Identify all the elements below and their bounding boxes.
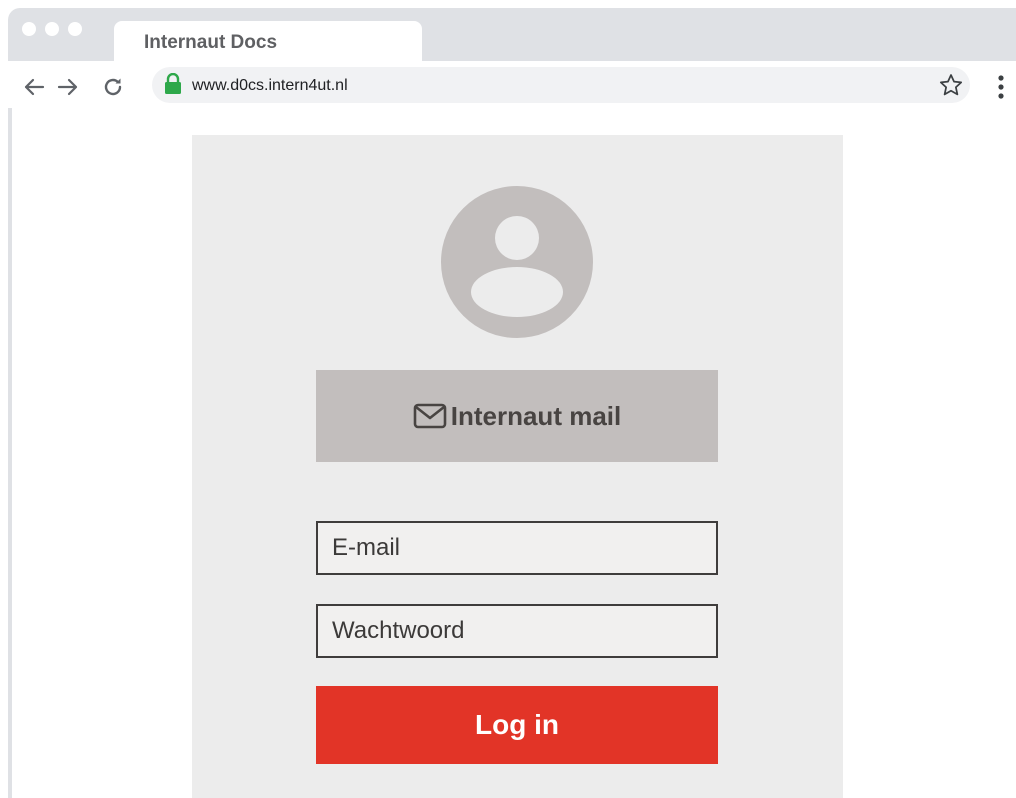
url-text: www.d0cs.intern4ut.nl: [192, 77, 348, 94]
window-controls: [22, 22, 82, 36]
star-icon[interactable]: [938, 72, 964, 98]
user-avatar-icon: [441, 186, 593, 338]
tab-title: Internaut Docs: [144, 32, 278, 53]
maximize-window-dot[interactable]: [68, 22, 82, 36]
reload-icon: [104, 78, 122, 96]
browser-tab[interactable]: Internaut Docs: [114, 21, 422, 61]
address-bar[interactable]: www.d0cs.intern4ut.nl: [152, 67, 970, 103]
back-button[interactable]: [20, 73, 48, 101]
arrow-right-icon: [57, 78, 78, 96]
login-card: Internaut mail Log in: [192, 135, 843, 798]
lock-icon: [165, 73, 181, 94]
password-field[interactable]: [316, 604, 718, 658]
kebab-menu-icon[interactable]: [990, 72, 1012, 102]
reload-button[interactable]: [99, 73, 127, 101]
arrow-left-icon: [24, 78, 45, 96]
envelope-icon: [413, 403, 447, 429]
mail-button-label: Internaut mail: [450, 400, 622, 431]
forward-button[interactable]: [54, 73, 82, 101]
minimize-window-dot[interactable]: [45, 22, 59, 36]
internaut-mail-button[interactable]: Internaut mail: [316, 370, 718, 462]
email-field[interactable]: [316, 521, 718, 575]
close-window-dot[interactable]: [22, 22, 36, 36]
login-button[interactable]: Log in: [316, 686, 718, 764]
